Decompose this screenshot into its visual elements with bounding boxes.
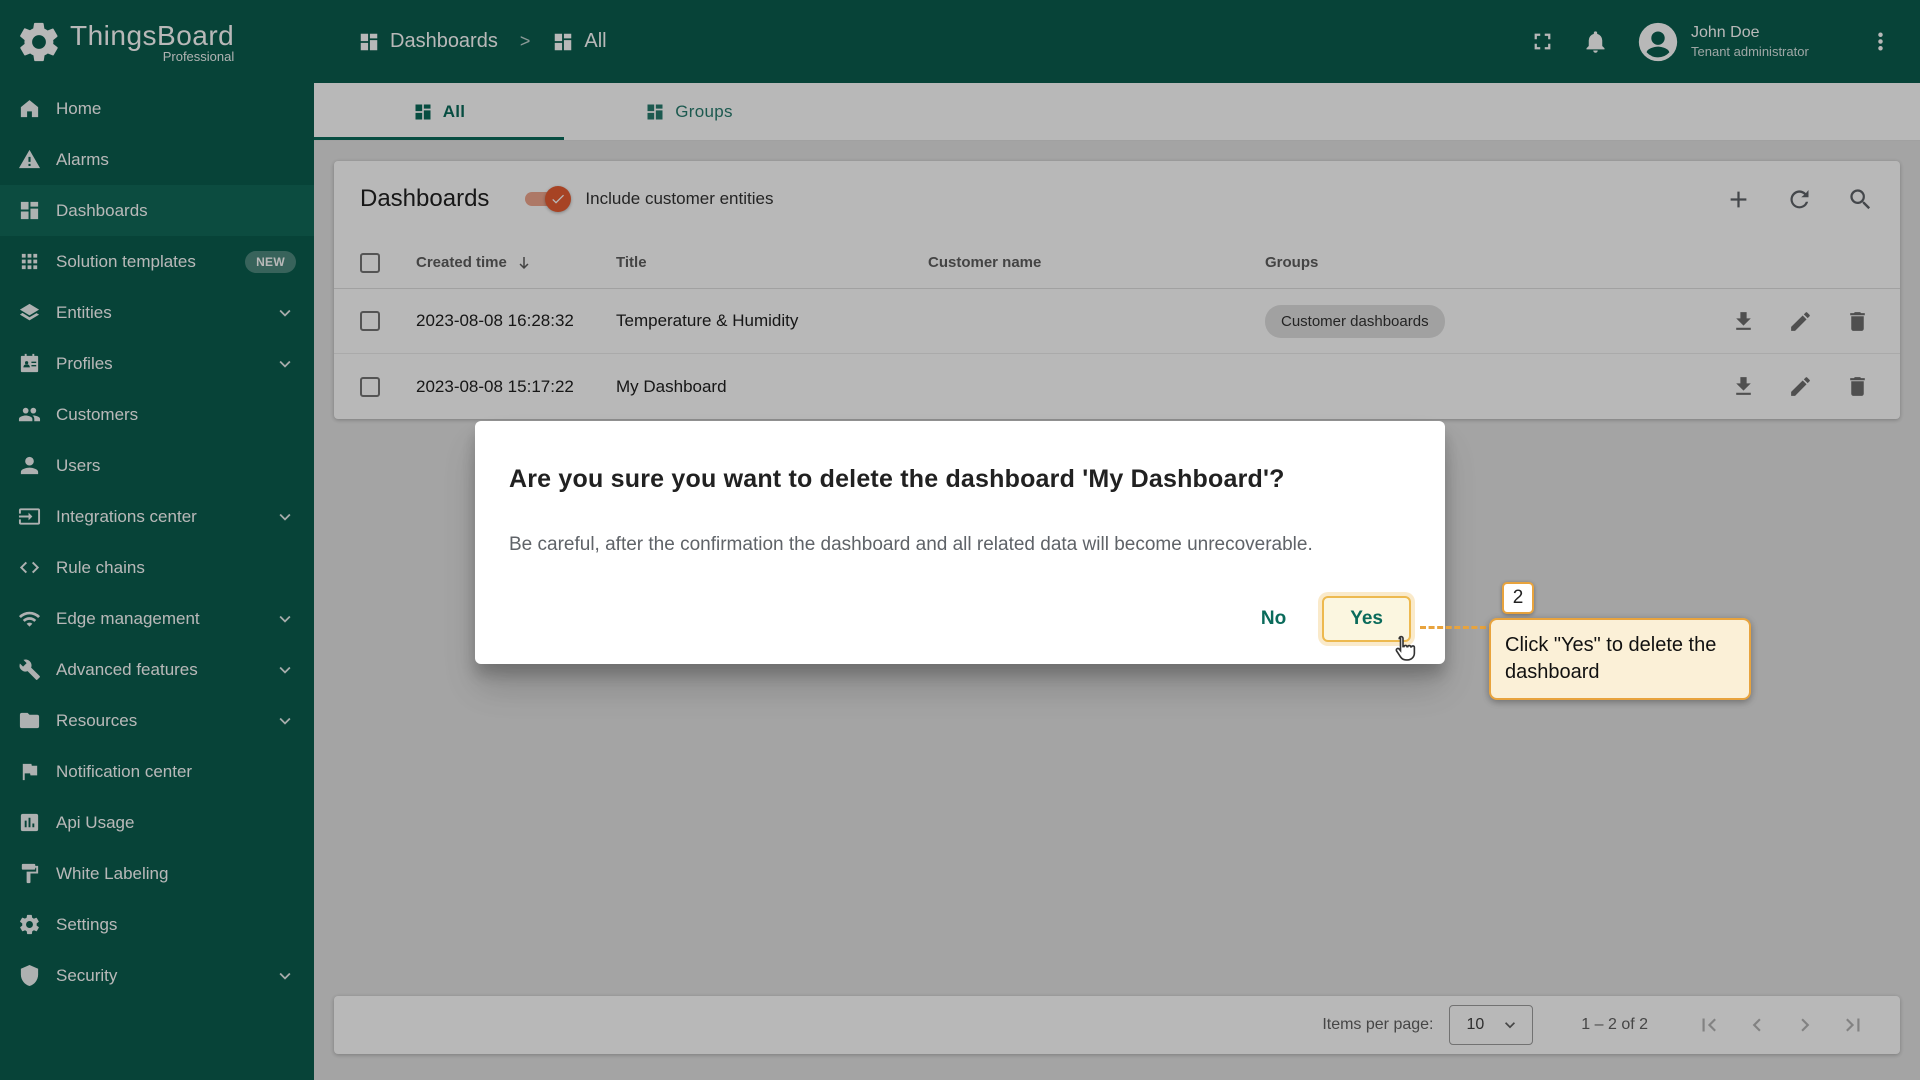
delete-confirmation-dialog: Are you sure you want to delete the dash… <box>475 421 1445 664</box>
dialog-body: Be careful, after the confirmation the d… <box>509 534 1411 556</box>
dialog-title: Are you sure you want to delete the dash… <box>509 465 1411 494</box>
annotation-step-badge: 2 <box>1502 582 1534 614</box>
hand-cursor-icon <box>1388 634 1418 664</box>
annotation-connector-line <box>1420 626 1486 629</box>
annotation-callout: Click "Yes" to delete the dashboard <box>1489 618 1751 700</box>
no-button[interactable]: No <box>1241 596 1306 642</box>
